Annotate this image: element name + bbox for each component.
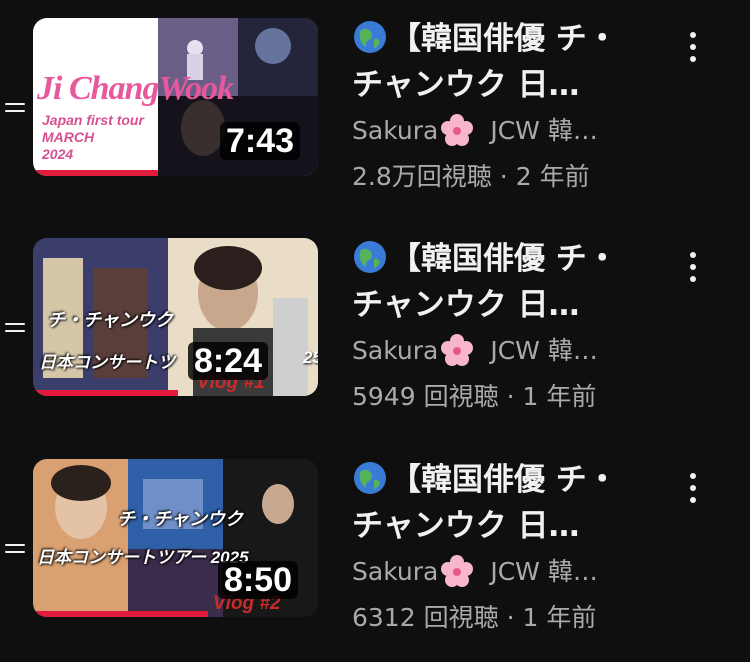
video-duration: 8:50 — [217, 561, 298, 599]
video-duration: 7:43 — [219, 122, 300, 160]
video-info[interactable]: 【韓国俳優 チ・ チャンウク 日… Sakura JCW 韓… 6312 回視聴 ·… — [352, 457, 682, 641]
thumbnail-caption: チ・チャンウク — [47, 310, 173, 330]
channel-name[interactable]: Sakura JCW 韓… — [352, 328, 682, 374]
video-title[interactable]: 【韓国俳優 チ・ チャンウク 日… — [352, 457, 682, 549]
video-info[interactable]: 【韓国俳優 チ・ チャンウク 日… Sakura JCW 韓… 2.8万回視聴 · 2… — [352, 16, 682, 200]
upload-age: 2 年前 — [515, 162, 590, 191]
upload-age: 1 年前 — [522, 603, 597, 632]
view-count: 6312 回視聴 — [352, 603, 499, 632]
video-metadata: 2.8万回視聴 · 2 年前 — [352, 162, 590, 191]
channel-name[interactable]: Sakura JCW 韓… — [352, 108, 682, 154]
playlist-item[interactable]: チ・チャンウク 日本コンサートツアー 2025 Vlog #2 8:50 【韓国… — [0, 453, 750, 653]
thumbnail-caption: 25 — [303, 348, 318, 367]
cherry-blossom-emoji-icon — [441, 114, 474, 146]
cherry-blossom-emoji-icon — [441, 555, 474, 587]
thumbnail-caption: 日本コンサートツアー 2025 — [37, 548, 249, 567]
playlist-item[interactable]: チ・チャンウク 日本コンサートツ 25 Vlog #1 8:24 【韓国俳優 チ… — [0, 232, 750, 432]
thumbnail-caption: チ・チャンウク — [117, 509, 243, 529]
video-thumbnail[interactable]: チ・チャンウク 日本コンサートツアー 2025 Vlog #2 8:50 — [33, 459, 318, 617]
drag-handle-icon[interactable] — [5, 320, 25, 334]
thumbnail-script-title: Ji ChangWook — [37, 70, 234, 107]
video-metadata: 5949 回視聴 · 1 年前 — [352, 382, 597, 411]
upload-age: 1 年前 — [522, 382, 597, 411]
more-vert-icon[interactable] — [683, 469, 703, 509]
video-thumbnail[interactable]: チ・チャンウク 日本コンサートツ 25 Vlog #1 8:24 — [33, 238, 318, 396]
drag-handle-icon[interactable] — [5, 100, 25, 114]
globe-asia-emoji-icon — [354, 462, 386, 494]
video-metadata: 6312 回視聴 · 1 年前 — [352, 603, 597, 632]
more-vert-icon[interactable] — [683, 248, 703, 288]
globe-asia-emoji-icon — [354, 21, 386, 53]
playlist-item[interactable]: Ji ChangWook Japan first tour MARCH 2024… — [0, 12, 750, 212]
channel-name[interactable]: Sakura JCW 韓… — [352, 549, 682, 595]
more-vert-icon[interactable] — [683, 28, 703, 68]
video-title[interactable]: 【韓国俳優 チ・ チャンウク 日… — [352, 16, 682, 108]
view-count: 2.8万回視聴 — [352, 162, 492, 191]
video-title[interactable]: 【韓国俳優 チ・ チャンウク 日… — [352, 236, 682, 328]
video-thumbnail[interactable]: Ji ChangWook Japan first tour MARCH 2024… — [33, 18, 318, 176]
thumbnail-caption: 日本コンサートツ — [39, 353, 175, 372]
video-info[interactable]: 【韓国俳優 チ・ チャンウク 日… Sakura JCW 韓… 5949 回視聴 ·… — [352, 236, 682, 420]
view-count: 5949 回視聴 — [352, 382, 499, 411]
video-duration: 8:24 — [187, 342, 268, 380]
drag-handle-icon[interactable] — [5, 541, 25, 555]
cherry-blossom-emoji-icon — [441, 334, 474, 366]
thumbnail-subtitle: Japan first tour MARCH 2024 — [42, 112, 144, 162]
globe-asia-emoji-icon — [354, 241, 386, 273]
